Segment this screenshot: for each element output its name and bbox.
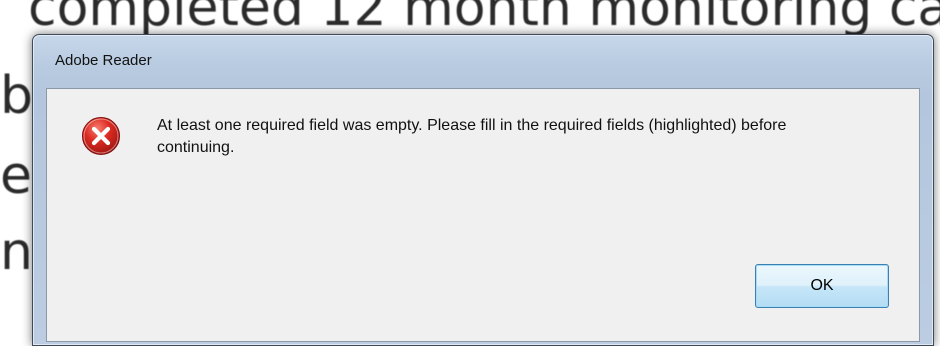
dialog-message: At least one required field was empty. P… <box>157 117 787 156</box>
error-icon <box>82 117 120 155</box>
dialog-titlebar[interactable]: Adobe Reader <box>33 35 933 81</box>
dialog-title: Adobe Reader <box>55 52 152 69</box>
ok-button[interactable]: OK <box>755 264 889 308</box>
dialog-content: At least one required field was empty. P… <box>46 88 920 342</box>
background-text-line: completed 12 month monitoring can <box>28 0 940 38</box>
alert-dialog: Adobe Reader At least one required field… <box>32 34 934 346</box>
